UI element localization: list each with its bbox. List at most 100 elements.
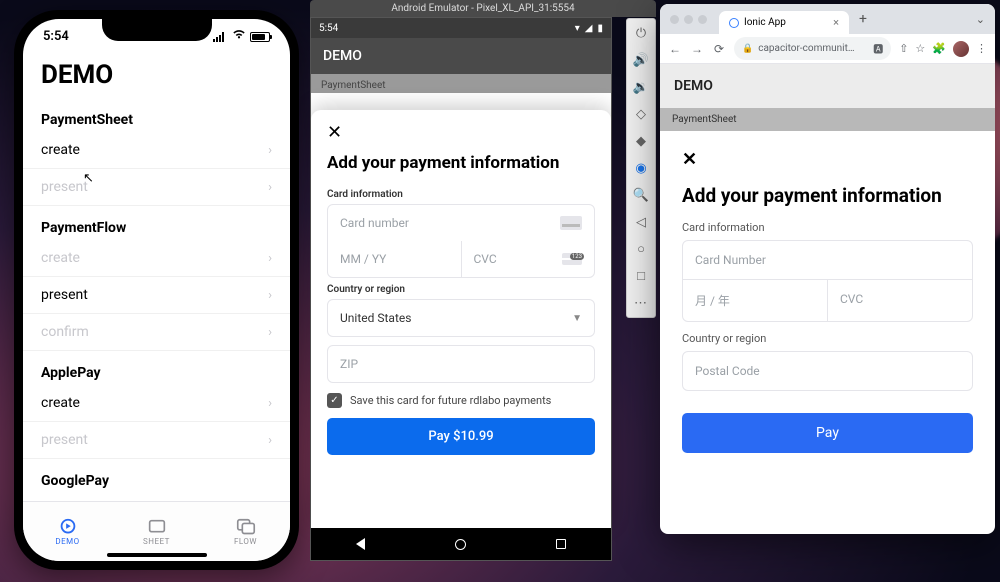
emulator-title: Android Emulator - Pixel_XL_API_31:5554 <box>310 0 656 17</box>
row-create[interactable]: create› <box>23 385 290 422</box>
ios-screen: 5:54 DEMO PaymentSheet create› present› … <box>23 19 290 561</box>
dimmed-section: PaymentSheet <box>311 74 611 93</box>
card-fields: Card Number 月 / 年 CVC <box>682 240 973 322</box>
bookmark-icon[interactable]: ☆ <box>915 42 925 55</box>
menu-icon[interactable]: ⋮ <box>976 42 987 55</box>
browser-tabstrip: Ionic App × + ⌄ <box>660 4 995 34</box>
android-time: 5:54 <box>319 23 338 34</box>
tab-demo[interactable]: DEMO <box>23 502 112 561</box>
zoom-icon[interactable]: 🔍 <box>633 187 649 203</box>
card-icon <box>560 216 582 230</box>
card-number-input[interactable]: Card number <box>328 205 594 241</box>
signal-icon <box>213 32 228 42</box>
ios-device-frame: 5:54 DEMO PaymentSheet create› present› … <box>14 10 299 570</box>
pay-button[interactable]: Pay $10.99 <box>327 418 595 455</box>
profile-avatar[interactable] <box>953 41 969 57</box>
save-card-checkbox[interactable]: ✓ Save this card for future rdlabo payme… <box>327 393 595 408</box>
android-status-bar: 5:54 ▾ ◢ ▮ <box>311 18 611 38</box>
cvc-input[interactable]: CVC <box>461 241 595 277</box>
chevron-right-icon: › <box>268 396 272 411</box>
page-title: DEMO <box>23 44 290 98</box>
nav-recents-icon[interactable] <box>556 539 566 549</box>
close-icon[interactable]: ✕ <box>682 149 973 170</box>
nav-home-icon[interactable] <box>455 539 466 550</box>
wifi-icon <box>232 29 246 44</box>
browser-tab[interactable]: Ionic App × <box>719 11 849 34</box>
payment-sheet: ✕ Add your payment information Card info… <box>311 110 611 528</box>
home-icon[interactable]: ○ <box>633 241 649 257</box>
expiry-input[interactable]: MM / YY <box>328 241 461 277</box>
android-screen: 5:54 ▾ ◢ ▮ DEMO PaymentSheet ✕ Add your … <box>310 17 612 561</box>
chevron-right-icon: › <box>268 143 272 158</box>
sheet-tab-icon <box>146 517 168 535</box>
pay-button[interactable]: Pay <box>682 413 973 453</box>
section-label: PaymentSheet <box>660 108 995 131</box>
extensions-icon[interactable]: 🧩 <box>932 42 946 55</box>
row-create[interactable]: create› <box>23 240 290 277</box>
expiry-input[interactable]: 月 / 年 <box>683 280 827 321</box>
chevron-right-icon: › <box>268 180 272 195</box>
country-label: Country or region <box>327 284 595 295</box>
rotate-right-icon[interactable]: ◆ <box>633 133 649 149</box>
payment-sheet: ✕ Add your payment information Card info… <box>660 131 995 471</box>
reload-icon[interactable]: ⟳ <box>712 42 726 56</box>
section-paymentsheet: PaymentSheet <box>23 98 290 132</box>
share-icon[interactable]: ⇧ <box>899 42 908 55</box>
url-bar[interactable]: 🔒 capacitor-communit… 🅰 <box>734 37 891 60</box>
browser-extensions: ⇧ ☆ 🧩 ⋮ <box>899 41 987 57</box>
android-emulator: Android Emulator - Pixel_XL_API_31:5554 … <box>310 0 656 561</box>
wifi-icon: ▾ <box>575 23 580 34</box>
close-icon[interactable]: ✕ <box>327 122 347 143</box>
camera-icon[interactable]: ◉ <box>633 160 649 176</box>
card-info-label: Card information <box>327 189 595 200</box>
country-select[interactable]: United States ▼ <box>327 299 595 337</box>
checkbox-checked-icon: ✓ <box>327 393 342 408</box>
power-icon[interactable]: ⏻ <box>633 25 649 41</box>
ios-tabbar: DEMO SHEET FLOW <box>23 501 290 561</box>
emulator-toolbar: ⏻ 🔊 🔉 ◇ ◆ ◉ 🔍 ◁ ○ □ ⋯ <box>626 18 656 318</box>
window-controls[interactable] <box>670 15 707 24</box>
browser-toolbar: ← → ⟳ 🔒 capacitor-communit… 🅰 ⇧ ☆ 🧩 ⋮ <box>660 34 995 64</box>
ios-notch <box>102 19 212 41</box>
chevron-right-icon: › <box>268 288 272 303</box>
section-googlepay: GooglePay <box>23 459 290 493</box>
overview-icon[interactable]: □ <box>633 268 649 284</box>
new-tab-icon[interactable]: + <box>853 11 873 27</box>
favicon-icon <box>729 18 739 28</box>
more-icon[interactable]: ⋯ <box>633 295 649 311</box>
nav-back-icon[interactable]: ← <box>668 42 682 56</box>
row-create[interactable]: create› <box>23 132 290 169</box>
volume-down-icon[interactable]: 🔉 <box>633 79 649 95</box>
close-tab-icon[interactable]: × <box>833 16 839 29</box>
row-present[interactable]: present› <box>23 277 290 314</box>
volume-up-icon[interactable]: 🔊 <box>633 52 649 68</box>
lock-icon: 🔒 <box>742 44 753 54</box>
zip-input[interactable]: ZIP <box>327 345 595 383</box>
signal-icon: ◢ <box>585 23 593 34</box>
chevron-right-icon: › <box>268 325 272 340</box>
tab-flow[interactable]: FLOW <box>201 502 290 561</box>
row-confirm[interactable]: confirm› <box>23 314 290 351</box>
rotate-left-icon[interactable]: ◇ <box>633 106 649 122</box>
translate-icon[interactable]: 🅰 <box>873 41 883 56</box>
back-icon[interactable]: ◁ <box>633 214 649 230</box>
country-label: Country or region <box>682 332 973 345</box>
cvc-icon <box>562 253 582 265</box>
demo-tab-icon <box>57 517 79 535</box>
card-number-input[interactable]: Card Number <box>683 241 972 279</box>
section-applepay: ApplePay <box>23 351 290 385</box>
row-present[interactable]: present› <box>23 169 290 206</box>
chevron-right-icon: › <box>268 433 272 448</box>
nav-forward-icon[interactable]: → <box>690 42 704 56</box>
nav-back-icon[interactable] <box>356 538 365 550</box>
postal-input[interactable]: Postal Code <box>682 351 973 391</box>
chevron-right-icon: › <box>268 251 272 266</box>
section-paymentflow: PaymentFlow <box>23 206 290 240</box>
browser-window: Ionic App × + ⌄ ← → ⟳ 🔒 capacitor-commun… <box>660 4 995 534</box>
row-present[interactable]: present› <box>23 422 290 459</box>
cvc-input[interactable]: CVC <box>827 280 972 321</box>
ios-home-indicator <box>107 553 207 557</box>
android-nav-bar <box>311 528 611 560</box>
sheet-title: Add your payment information <box>327 153 595 173</box>
chevron-down-icon[interactable]: ⌄ <box>976 13 989 26</box>
